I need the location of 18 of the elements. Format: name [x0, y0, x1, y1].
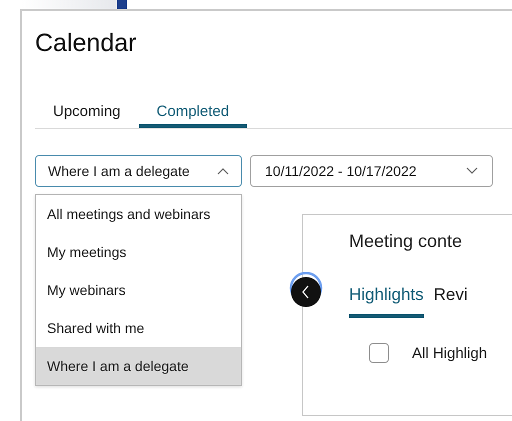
chevron-icon: [217, 167, 229, 175]
date-range-dropdown[interactable]: 10/11/2022 - 10/17/2022: [250, 155, 493, 187]
page-title: Calendar: [35, 29, 138, 58]
checkbox-label: All Highligh: [412, 344, 488, 362]
tab[interactable]: Highlights: [349, 285, 424, 318]
menu-item[interactable]: My meetings: [36, 233, 241, 271]
chevron-icon: [466, 167, 478, 175]
menu-item[interactable]: My webinars: [36, 271, 241, 309]
filter-dropdown[interactable]: Where I am a delegate: [35, 155, 242, 187]
tab[interactable]: Upcoming: [35, 98, 139, 128]
back-button[interactable]: [289, 272, 323, 308]
tab[interactable]: Revi: [434, 285, 468, 318]
menu-item[interactable]: Shared with me: [36, 309, 241, 347]
menu-item[interactable]: All meetings and webinars: [36, 195, 241, 233]
menu-item[interactable]: Where I am a delegate: [36, 347, 241, 385]
tab[interactable]: Completed: [138, 98, 248, 128]
checkbox[interactable]: [369, 343, 389, 363]
panel-title: Meeting conte: [349, 231, 464, 252]
